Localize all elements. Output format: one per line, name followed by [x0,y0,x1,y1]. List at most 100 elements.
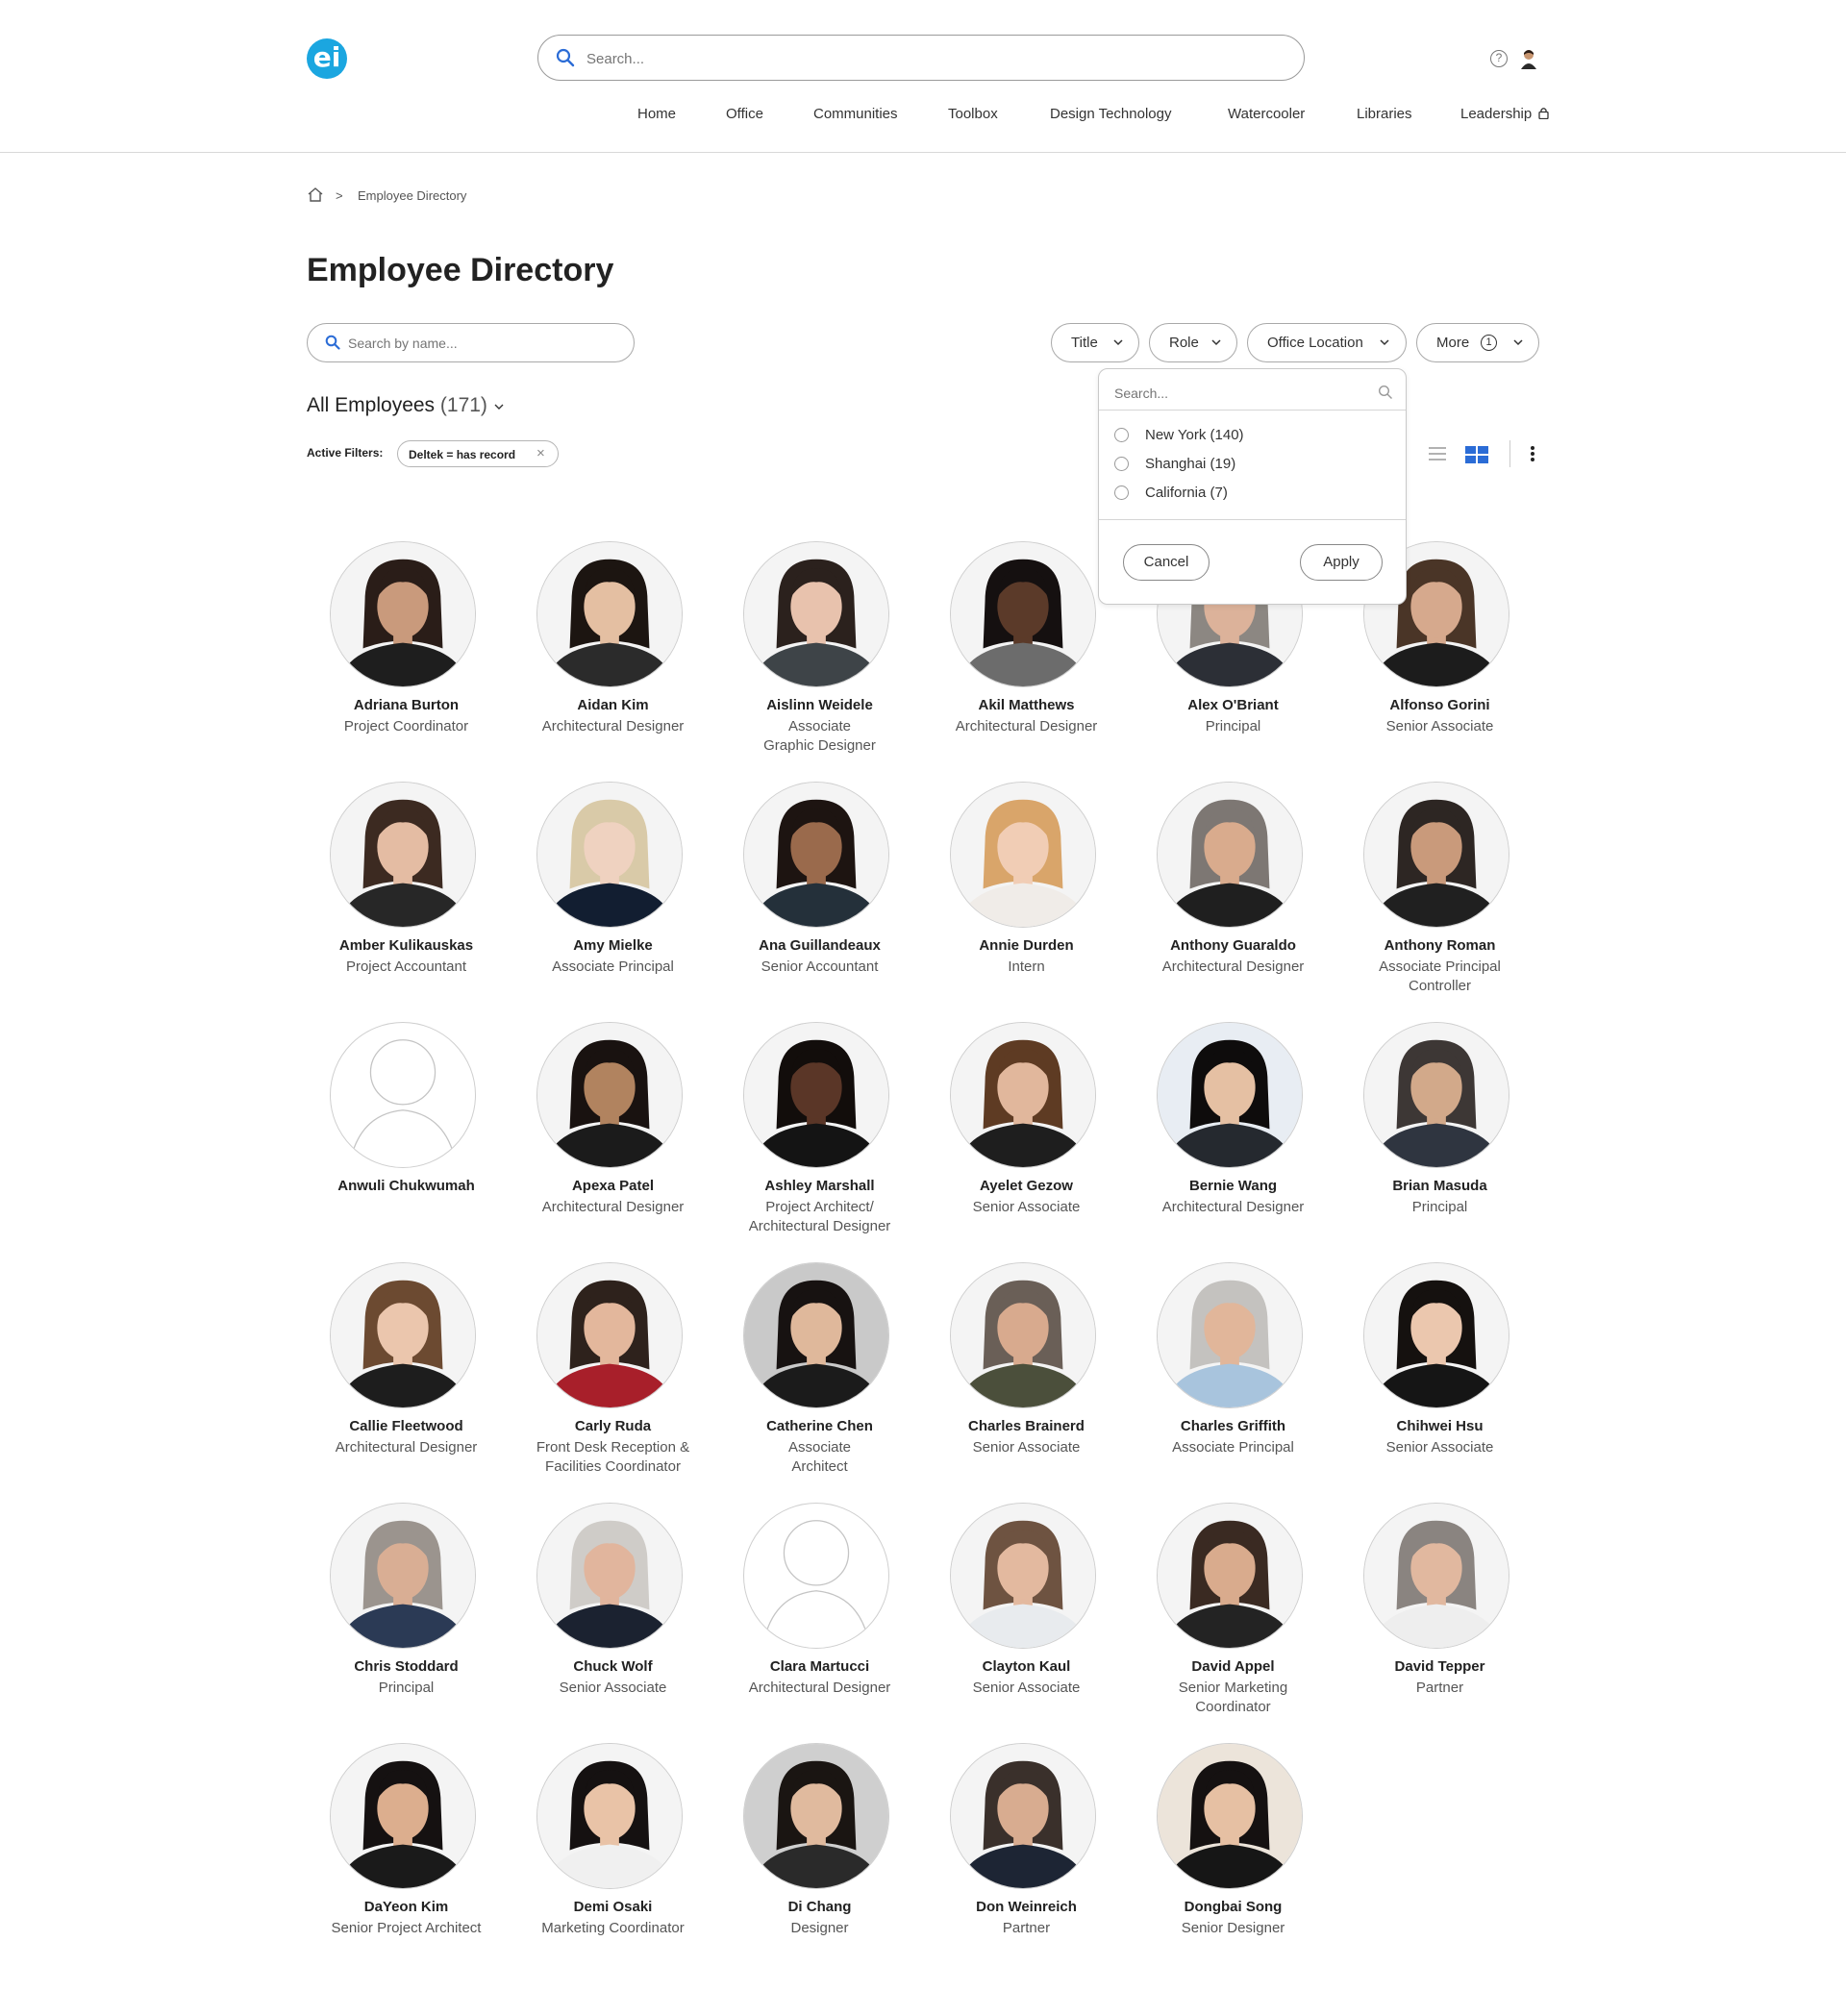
employee-name[interactable]: Carly Ruda [510,1418,716,1434]
nav-office[interactable]: Office [726,106,763,122]
employee-name[interactable]: Dongbai Song [1130,1899,1336,1915]
employee-photo[interactable] [1363,1262,1509,1408]
radio-icon[interactable] [1114,428,1129,442]
name-search-input[interactable] [346,332,619,355]
employee-name[interactable]: Clayton Kaul [923,1658,1130,1675]
name-search-box[interactable] [307,323,635,362]
employee-photo[interactable] [536,1022,683,1168]
employee-name[interactable]: Brian Masuda [1336,1178,1543,1194]
radio-icon[interactable] [1114,457,1129,471]
employee-photo[interactable] [1363,1022,1509,1168]
nav-watercooler[interactable]: Watercooler [1228,106,1305,122]
home-icon[interactable] [307,187,324,202]
employee-name[interactable]: Aidan Kim [510,697,716,713]
employee-photo[interactable] [536,541,683,687]
employee-name[interactable]: DaYeon Kim [303,1899,510,1915]
global-search-box[interactable] [537,35,1305,81]
employee-photo[interactable] [950,782,1096,928]
employee-photo[interactable] [330,541,476,687]
employee-photo[interactable] [950,541,1096,687]
placeholder-avatar-icon[interactable] [330,1022,476,1168]
nav-design-technology[interactable]: Design Technology [1050,106,1171,122]
employee-photo[interactable] [536,1262,683,1408]
employee-name[interactable]: Chihwei Hsu [1336,1418,1543,1434]
dropdown-search[interactable] [1112,381,1393,406]
grid-view-icon[interactable] [1465,446,1488,463]
user-avatar-icon[interactable] [1519,48,1538,69]
employee-photo[interactable] [330,1743,476,1889]
employee-name[interactable]: Di Chang [716,1899,923,1915]
employee-name[interactable]: Annie Durden [923,937,1130,954]
employee-photo[interactable] [536,782,683,928]
employee-name[interactable]: Chris Stoddard [303,1658,510,1675]
dropdown-search-input[interactable] [1112,381,1357,406]
employee-name[interactable]: Ashley Marshall [716,1178,923,1194]
apply-button[interactable]: Apply [1300,544,1383,581]
employee-photo[interactable] [1157,1022,1303,1168]
employee-photo[interactable] [743,1743,889,1889]
employee-name[interactable]: Aislinn Weidele [716,697,923,713]
employee-photo[interactable] [1157,1743,1303,1889]
nav-libraries[interactable]: Libraries [1357,106,1412,122]
global-search-input[interactable] [585,45,1261,72]
employee-photo[interactable] [1157,782,1303,928]
employee-name[interactable]: Bernie Wang [1130,1178,1336,1194]
employee-photo[interactable] [950,1022,1096,1168]
close-icon[interactable]: × [536,445,545,461]
employee-name[interactable]: Adriana Burton [303,697,510,713]
cancel-button[interactable]: Cancel [1123,544,1210,581]
employee-name[interactable]: David Tepper [1336,1658,1543,1675]
nav-communities[interactable]: Communities [813,106,898,122]
more-options-icon[interactable] [1530,445,1535,462]
nav-toolbox[interactable]: Toolbox [948,106,998,122]
employee-name[interactable]: Clara Martucci [716,1658,923,1675]
employee-photo[interactable] [743,1022,889,1168]
nav-home[interactable]: Home [637,106,676,122]
employee-photo[interactable] [743,541,889,687]
employee-name[interactable]: Anwuli Chukwumah [303,1178,510,1194]
employee-name[interactable]: Alfonso Gorini [1336,697,1543,713]
all-employees-dropdown[interactable]: All Employees (171) [307,394,505,417]
placeholder-avatar-icon[interactable] [743,1503,889,1649]
radio-icon[interactable] [1114,485,1129,500]
employee-name[interactable]: Akil Matthews [923,697,1130,713]
role-filter-button[interactable]: Role [1149,323,1237,362]
employee-photo[interactable] [950,1743,1096,1889]
employee-name[interactable]: Charles Brainerd [923,1418,1130,1434]
more-filter-button[interactable]: More 1 [1416,323,1539,362]
employee-photo[interactable] [1157,1262,1303,1408]
employee-photo[interactable] [330,782,476,928]
employee-photo[interactable] [330,1262,476,1408]
employee-name[interactable]: Anthony Guaraldo [1130,937,1336,954]
logo-icon[interactable]: ei [307,38,347,79]
employee-name[interactable]: David Appel [1130,1658,1336,1675]
employee-photo[interactable] [743,782,889,928]
employee-name[interactable]: Alex O'Briant [1130,697,1336,713]
employee-photo[interactable] [1363,782,1509,928]
office-location-filter-button[interactable]: Office Location [1247,323,1407,362]
title-filter-button[interactable]: Title [1051,323,1139,362]
employee-photo[interactable] [1157,1503,1303,1649]
employee-photo[interactable] [536,1743,683,1889]
employee-name[interactable]: Ayelet Gezow [923,1178,1130,1194]
employee-name[interactable]: Charles Griffith [1130,1418,1336,1434]
nav-leadership[interactable]: Leadership [1460,106,1550,122]
employee-name[interactable]: Callie Fleetwood [303,1418,510,1434]
employee-photo[interactable] [743,1262,889,1408]
employee-photo[interactable] [1363,1503,1509,1649]
employee-name[interactable]: Don Weinreich [923,1899,1130,1915]
employee-name[interactable]: Ana Guillandeaux [716,937,923,954]
employee-name[interactable]: Demi Osaki [510,1899,716,1915]
employee-name[interactable]: Anthony Roman [1336,937,1543,954]
help-icon[interactable]: ? [1490,50,1508,67]
employee-photo[interactable] [536,1503,683,1649]
employee-name[interactable]: Catherine Chen [716,1418,923,1434]
employee-name[interactable]: Apexa Patel [510,1178,716,1194]
list-view-icon[interactable] [1429,446,1446,461]
employee-name[interactable]: Amy Mielke [510,937,716,954]
employee-name[interactable]: Chuck Wolf [510,1658,716,1675]
employee-photo[interactable] [330,1503,476,1649]
employee-photo[interactable] [950,1262,1096,1408]
employee-name[interactable]: Amber Kulikauskas [303,937,510,954]
employee-photo[interactable] [950,1503,1096,1649]
